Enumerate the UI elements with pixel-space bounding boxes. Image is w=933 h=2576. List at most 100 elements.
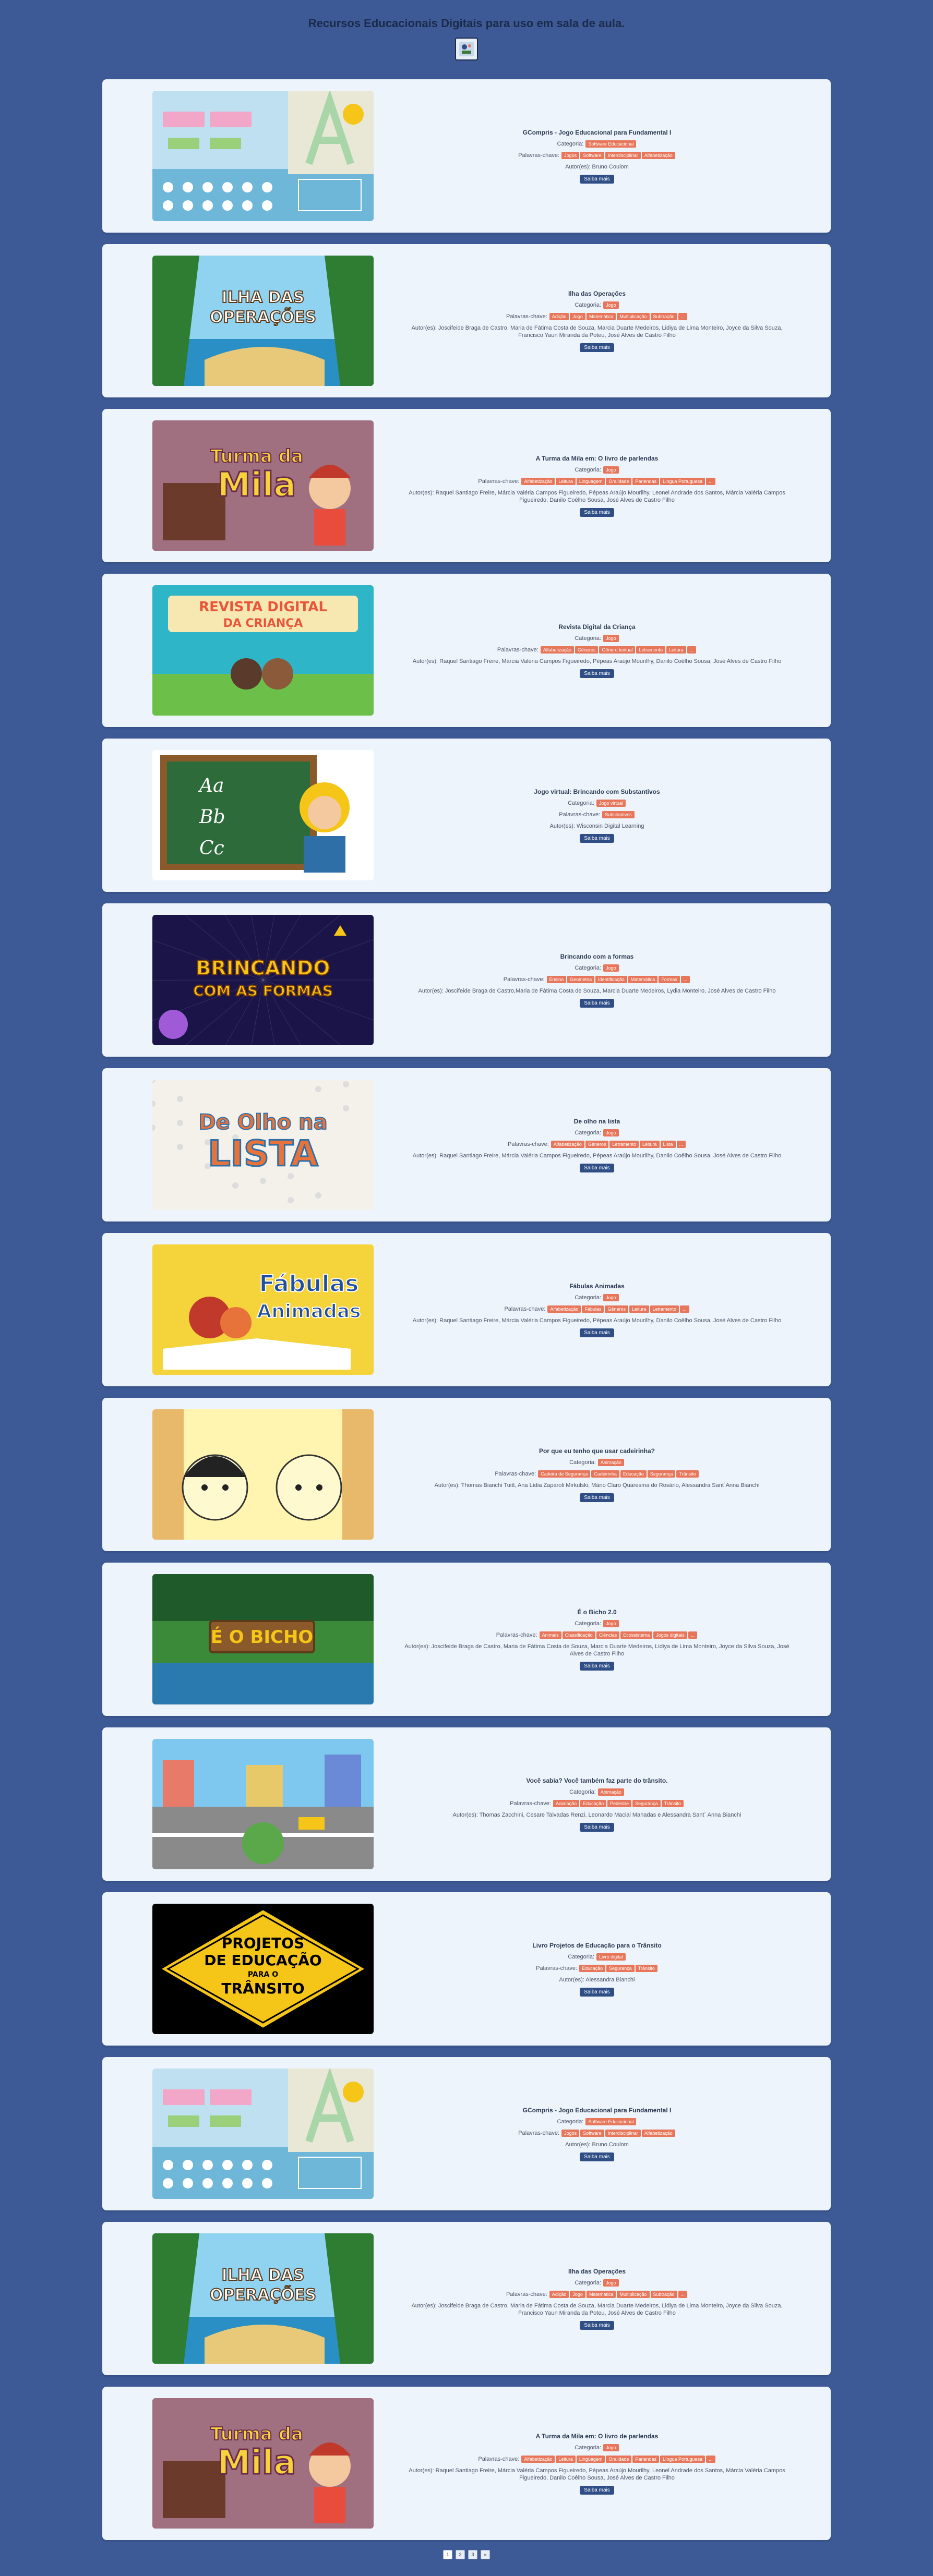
saiba-mais-button[interactable]: Saiba mais — [580, 174, 614, 184]
next-page-button[interactable]: » — [481, 2550, 490, 2559]
keyword-badge[interactable]: Trânsito — [661, 1799, 684, 1807]
keyword-badge[interactable]: Letramento — [650, 1305, 679, 1313]
keyword-badge[interactable]: Cadeira de Segurança — [538, 1470, 591, 1478]
keyword-badge[interactable]: Ciências — [596, 1631, 620, 1639]
keyword-badge[interactable]: Jogo — [570, 312, 585, 320]
category-badge[interactable]: Jogo virtual — [596, 799, 626, 807]
keyword-badge[interactable]: ... — [680, 975, 690, 983]
saiba-mais-button[interactable]: Saiba mais — [580, 1822, 614, 1832]
category-badge[interactable]: Jogo — [603, 1129, 619, 1136]
keyword-badge[interactable]: Gêneros — [575, 646, 599, 654]
category-badge[interactable]: Jogo — [603, 466, 619, 474]
resource-thumbnail[interactable]: Aa Bb Cc — [152, 750, 374, 880]
keyword-badge[interactable]: ... — [687, 646, 697, 654]
category-badge[interactable]: Software Educacional — [585, 2118, 637, 2125]
keyword-badge[interactable]: Segurança — [647, 1470, 676, 1478]
saiba-mais-button[interactable]: Saiba mais — [580, 1493, 614, 1502]
keyword-badge[interactable]: ... — [676, 1140, 686, 1148]
keyword-badge[interactable]: Substantivos — [602, 811, 635, 818]
keyword-badge[interactable]: Alfabetização — [551, 1140, 584, 1148]
keyword-badge[interactable]: Pedestre — [607, 1799, 632, 1807]
keyword-badge[interactable]: Alfabetização — [540, 646, 574, 654]
keyword-badge[interactable]: Língua Portuguesa — [660, 477, 705, 485]
category-badge[interactable]: Jogo — [603, 301, 619, 309]
category-badge[interactable]: Jogo — [603, 1619, 619, 1627]
keyword-badge[interactable]: Multiplicação — [617, 2290, 650, 2298]
saiba-mais-button[interactable]: Saiba mais — [580, 998, 614, 1008]
category-badge[interactable]: Livro digital — [596, 1953, 626, 1961]
page-button[interactable]: 2 — [456, 2550, 465, 2559]
keyword-badge[interactable]: Identificação — [595, 975, 627, 983]
category-badge[interactable]: Jogo — [603, 964, 619, 972]
keyword-badge[interactable]: Alfabetização — [521, 2455, 555, 2463]
resource-thumbnail[interactable]: BRINCANDO COM AS FORMAS — [152, 915, 374, 1045]
keyword-badge[interactable]: Formas — [659, 975, 680, 983]
keyword-badge[interactable]: Letramento — [609, 1140, 639, 1148]
saiba-mais-button[interactable]: Saiba mais — [580, 2152, 614, 2161]
keyword-badge[interactable]: Ensino — [546, 975, 567, 983]
saiba-mais-button[interactable]: Saiba mais — [580, 507, 614, 517]
keyword-badge[interactable]: Oralidade — [606, 2455, 632, 2463]
keyword-badge[interactable]: Leitura — [629, 1305, 649, 1313]
category-badge[interactable]: Jogo — [603, 2279, 619, 2287]
keyword-badge[interactable]: Educação — [580, 1799, 607, 1807]
resource-thumbnail[interactable]: De Olho na LISTA — [152, 1080, 374, 1210]
keyword-badge[interactable]: Subtração — [650, 312, 677, 320]
keyword-badge[interactable]: Matemática — [628, 975, 658, 983]
resource-thumbnail[interactable]: Fábulas Animadas — [152, 1244, 374, 1375]
keyword-badge[interactable]: Animação — [553, 1799, 580, 1807]
saiba-mais-button[interactable]: Saiba mais — [580, 1661, 614, 1671]
keyword-badge[interactable]: Jogo — [570, 2290, 585, 2298]
keyword-badge[interactable]: Educação — [579, 1964, 606, 1972]
keyword-badge[interactable]: Subtração — [650, 2290, 677, 2298]
resource-thumbnail[interactable]: É O BICHO — [152, 1574, 374, 1704]
keyword-badge[interactable]: Leitura — [666, 646, 686, 654]
category-badge[interactable]: Animação — [597, 1458, 624, 1466]
site-logo[interactable] — [455, 38, 478, 61]
category-badge[interactable]: Animação — [597, 1788, 624, 1796]
category-badge[interactable]: Jogo — [603, 634, 619, 642]
keyword-badge[interactable]: Leitura — [639, 1140, 660, 1148]
keyword-badge[interactable]: Leitura — [556, 2455, 576, 2463]
keyword-badge[interactable]: ... — [678, 312, 688, 320]
keyword-badge[interactable]: Educação — [620, 1470, 647, 1478]
keyword-badge[interactable]: Gêneros — [585, 1140, 609, 1148]
saiba-mais-button[interactable]: Saiba mais — [580, 833, 614, 843]
keyword-badge[interactable]: Interdisciplinar — [605, 2129, 641, 2137]
keyword-badge[interactable]: ... — [688, 1631, 698, 1639]
resource-thumbnail[interactable]: Turma da Mila — [152, 420, 374, 551]
keyword-badge[interactable]: Multiplicação — [617, 312, 650, 320]
resource-thumbnail[interactable] — [152, 91, 374, 221]
keyword-badge[interactable]: Animais — [539, 1631, 561, 1639]
keyword-badge[interactable]: Trânsito — [635, 1964, 657, 1972]
keyword-badge[interactable]: Alfabetização — [641, 151, 675, 159]
page-button[interactable]: 3 — [468, 2550, 477, 2559]
category-badge[interactable]: Jogo — [603, 2444, 619, 2451]
keyword-badge[interactable]: ... — [680, 1305, 689, 1313]
keyword-badge[interactable]: Cadeirinha — [591, 1470, 619, 1478]
keyword-badge[interactable]: Adição — [549, 312, 569, 320]
keyword-badge[interactable]: Linguagem — [576, 2455, 605, 2463]
saiba-mais-button[interactable]: Saiba mais — [580, 343, 614, 352]
keyword-badge[interactable]: Jogos — [561, 2129, 580, 2137]
keyword-badge[interactable]: Leitura — [556, 477, 576, 485]
keyword-badge[interactable]: Ecossistema — [620, 1631, 653, 1639]
keyword-badge[interactable]: Alfabetização — [641, 2129, 675, 2137]
keyword-badge[interactable]: Jogos digitais — [653, 1631, 687, 1639]
keyword-badge[interactable]: Gênero textual — [599, 646, 636, 654]
keyword-badge[interactable]: Língua Portuguesa — [660, 2455, 705, 2463]
saiba-mais-button[interactable]: Saiba mais — [580, 2485, 614, 2495]
resource-thumbnail[interactable] — [152, 1739, 374, 1869]
resource-thumbnail[interactable] — [152, 2069, 374, 2199]
keyword-badge[interactable]: Segurança — [632, 1799, 661, 1807]
resource-thumbnail[interactable]: ILHA DAS OPERAÇÕES — [152, 2233, 374, 2364]
keyword-badge[interactable]: Alfabetização — [521, 477, 555, 485]
resource-thumbnail[interactable]: ILHA DAS OPERAÇÕES — [152, 256, 374, 386]
keyword-badge[interactable]: Linguagem — [576, 477, 605, 485]
keyword-badge[interactable]: Parlendas — [632, 2455, 660, 2463]
resource-thumbnail[interactable]: PROJETOS DE EDUCAÇÃO PARA O TRÂNSITO — [152, 1904, 374, 2034]
page-button[interactable]: 1 — [443, 2550, 452, 2559]
keyword-badge[interactable]: Lista — [660, 1140, 676, 1148]
keyword-badge[interactable]: Gêneros — [605, 1305, 628, 1313]
keyword-badge[interactable]: Trânsito — [676, 1470, 699, 1478]
